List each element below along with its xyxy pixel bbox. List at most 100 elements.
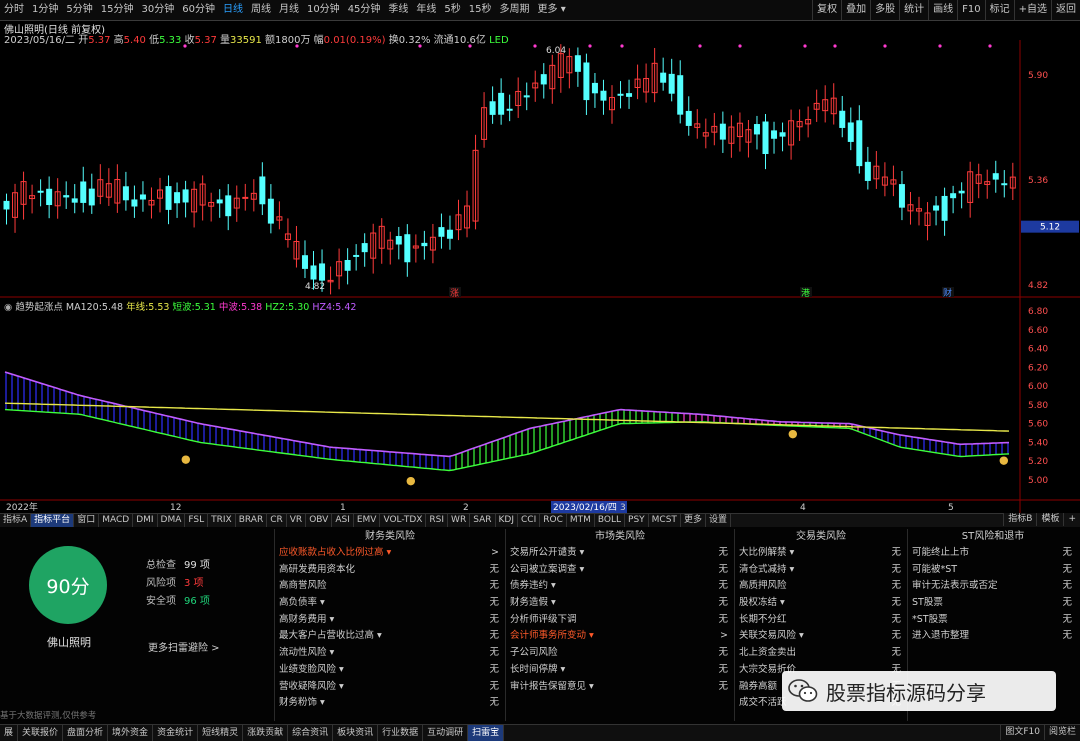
indicator-tab[interactable]: VOL-TDX: [380, 514, 427, 527]
indicator-tab[interactable]: ASI: [332, 514, 354, 527]
risk-row[interactable]: ST股票 无: [908, 595, 1078, 612]
risk-row[interactable]: 债券违约 ▾ 无: [506, 578, 734, 595]
indicator-tab[interactable]: 指标A: [0, 514, 32, 527]
risk-row[interactable]: 分析师评级下调 无: [506, 612, 734, 629]
indicator-tab[interactable]: 更多: [681, 514, 706, 527]
risk-row[interactable]: 高研发费用资本化 无: [275, 562, 505, 579]
indicator-tab-right[interactable]: 模板: [1036, 513, 1064, 526]
indicator-tab[interactable]: RSI: [426, 514, 449, 527]
event-marker[interactable]: 涨: [450, 288, 459, 299]
risk-row[interactable]: 长期不分红 无: [735, 612, 907, 629]
risk-row[interactable]: 可能被*ST 无: [908, 562, 1078, 579]
tool-button[interactable]: 复权: [812, 0, 841, 20]
risk-row[interactable]: 高负债率 ▾ 无: [275, 595, 505, 612]
risk-row[interactable]: 流动性风险 ▾ 无: [275, 645, 505, 662]
indicator-tab[interactable]: MACD: [99, 514, 134, 527]
bottom-tab[interactable]: 短线精灵: [198, 725, 244, 741]
indicator-tab[interactable]: 指标平台: [31, 514, 75, 527]
period-tab[interactable]: 15秒: [465, 0, 496, 20]
indicator-tab[interactable]: MTM: [567, 514, 595, 527]
tool-button[interactable]: 叠加: [841, 0, 870, 20]
risk-row[interactable]: 应收账款占收入比例过高 ▾ >: [275, 545, 505, 562]
period-tab[interactable]: 季线: [384, 0, 412, 20]
indicator-tab[interactable]: 窗口: [74, 514, 100, 527]
bottom-right-tab[interactable]: 阅览栏: [1043, 724, 1080, 740]
risk-row[interactable]: 长时间停牌 ▾ 无: [506, 662, 734, 679]
risk-row[interactable]: 最大客户占营收比过高 ▾ 无: [275, 628, 505, 645]
indicator-tab[interactable]: WR: [448, 514, 471, 527]
indicator-toggle-icon[interactable]: ◉: [4, 302, 12, 313]
tool-button[interactable]: 画线: [928, 0, 957, 20]
indicator-tab[interactable]: DMI: [133, 514, 158, 527]
risk-row[interactable]: 高商誉风险 无: [275, 578, 505, 595]
risk-row[interactable]: 关联交易风险 ▾ 无: [735, 628, 907, 645]
indicator-tab[interactable]: BRAR: [236, 514, 268, 527]
indicator-tab[interactable]: CCI: [518, 514, 541, 527]
tool-button[interactable]: +自选: [1013, 0, 1051, 20]
indicator-tab[interactable]: MCST: [649, 514, 681, 527]
risk-row[interactable]: 公司被立案调查 ▾ 无: [506, 562, 734, 579]
tool-button[interactable]: 多股: [870, 0, 899, 20]
bottom-tab[interactable]: 展: [0, 725, 19, 741]
risk-row[interactable]: 业绩变脸风险 ▾ 无: [275, 662, 505, 679]
bottom-tab[interactable]: 涨跌贡献: [243, 725, 289, 741]
risk-row[interactable]: 营收疑降风险 ▾ 无: [275, 679, 505, 696]
risk-row[interactable]: 会计师事务所变动 ▾ >: [506, 628, 734, 645]
indicator-tab[interactable]: TRIX: [208, 514, 236, 527]
period-tab[interactable]: 15分钟: [97, 0, 138, 20]
risk-row[interactable]: 高质押风险 无: [735, 578, 907, 595]
event-marker[interactable]: 港: [801, 287, 810, 299]
indicator-tab[interactable]: KDJ: [496, 514, 518, 527]
bottom-tab[interactable]: 境外资金: [108, 725, 154, 741]
bottom-right-tab[interactable]: 图文F10: [1000, 724, 1044, 740]
bottom-tab[interactable]: 资金统计: [153, 725, 199, 741]
risk-row[interactable]: 财务粉饰 ▾ 无: [275, 695, 505, 712]
indicator-tab[interactable]: SAR: [470, 514, 496, 527]
bottom-tab[interactable]: 扫雷宝: [468, 725, 505, 741]
bottom-tab[interactable]: 互动调研: [423, 725, 469, 741]
indicator-tab[interactable]: ROC: [540, 514, 567, 527]
period-tab[interactable]: 60分钟: [178, 0, 219, 20]
risk-row[interactable]: 清仓式减持 ▾ 无: [735, 562, 907, 579]
period-tab[interactable]: 10分钟: [303, 0, 344, 20]
risk-row[interactable]: 审计无法表示或否定 无: [908, 578, 1078, 595]
indicator-tab[interactable]: FSL: [185, 514, 209, 527]
indicator-tab-right[interactable]: 指标B: [1003, 513, 1037, 526]
indicator-tab[interactable]: VR: [287, 514, 307, 527]
indicator-tab[interactable]: EMV: [354, 514, 381, 527]
bottom-tab[interactable]: 板块资讯: [333, 725, 379, 741]
period-tab[interactable]: 更多 ▾: [534, 0, 570, 20]
period-tab[interactable]: 年线: [412, 0, 440, 20]
indicator-name[interactable]: 趋势起涨点: [15, 302, 63, 313]
indicator-tab-right[interactable]: +: [1063, 513, 1080, 526]
period-tab[interactable]: 5分钟: [62, 0, 96, 20]
period-tab[interactable]: 45分钟: [344, 0, 385, 20]
risk-row[interactable]: 可能终止上市 无: [908, 545, 1078, 562]
bottom-tab[interactable]: 行业数据: [378, 725, 424, 741]
period-tab[interactable]: 多周期: [496, 0, 534, 20]
period-tab[interactable]: 5秒: [440, 0, 464, 20]
risk-row[interactable]: *ST股票 无: [908, 612, 1078, 629]
period-tab[interactable]: 1分钟: [28, 0, 62, 20]
period-tab[interactable]: 日线: [219, 0, 247, 20]
more-scan-link[interactable]: 更多扫雷避险 >: [148, 639, 220, 654]
indicator-tab[interactable]: 设置: [706, 514, 731, 527]
period-tab[interactable]: 周线: [247, 0, 275, 20]
event-marker[interactable]: 财: [943, 287, 952, 299]
risk-row[interactable]: 交易所公开谴责 ▾ 无: [506, 545, 734, 562]
period-tab[interactable]: 分时: [0, 0, 28, 20]
period-tab[interactable]: 30分钟: [137, 0, 178, 20]
risk-row[interactable]: 财务造假 ▾ 无: [506, 595, 734, 612]
risk-row[interactable]: 高财务费用 ▾ 无: [275, 612, 505, 629]
indicator-tab[interactable]: OBV: [306, 514, 333, 527]
tool-button[interactable]: 标记: [984, 0, 1014, 20]
kline-chart[interactable]: 6.04 4.82 涨 港 财 ● ● ● ● 5.90 5.36 4.82 5.12 6.80 6.…: [0, 40, 1080, 513]
risk-row[interactable]: 审计报告保留意见 ▾ 无: [506, 679, 734, 696]
risk-row[interactable]: 进入退市整理 无: [908, 628, 1078, 645]
period-tab[interactable]: 月线: [275, 0, 303, 20]
indicator-tab[interactable]: CR: [267, 514, 287, 527]
tool-button[interactable]: 统计: [899, 0, 928, 20]
bottom-tab[interactable]: 综合资讯: [288, 725, 334, 741]
tool-button[interactable]: F10: [957, 0, 984, 20]
indicator-tab[interactable]: BOLL: [595, 514, 626, 527]
